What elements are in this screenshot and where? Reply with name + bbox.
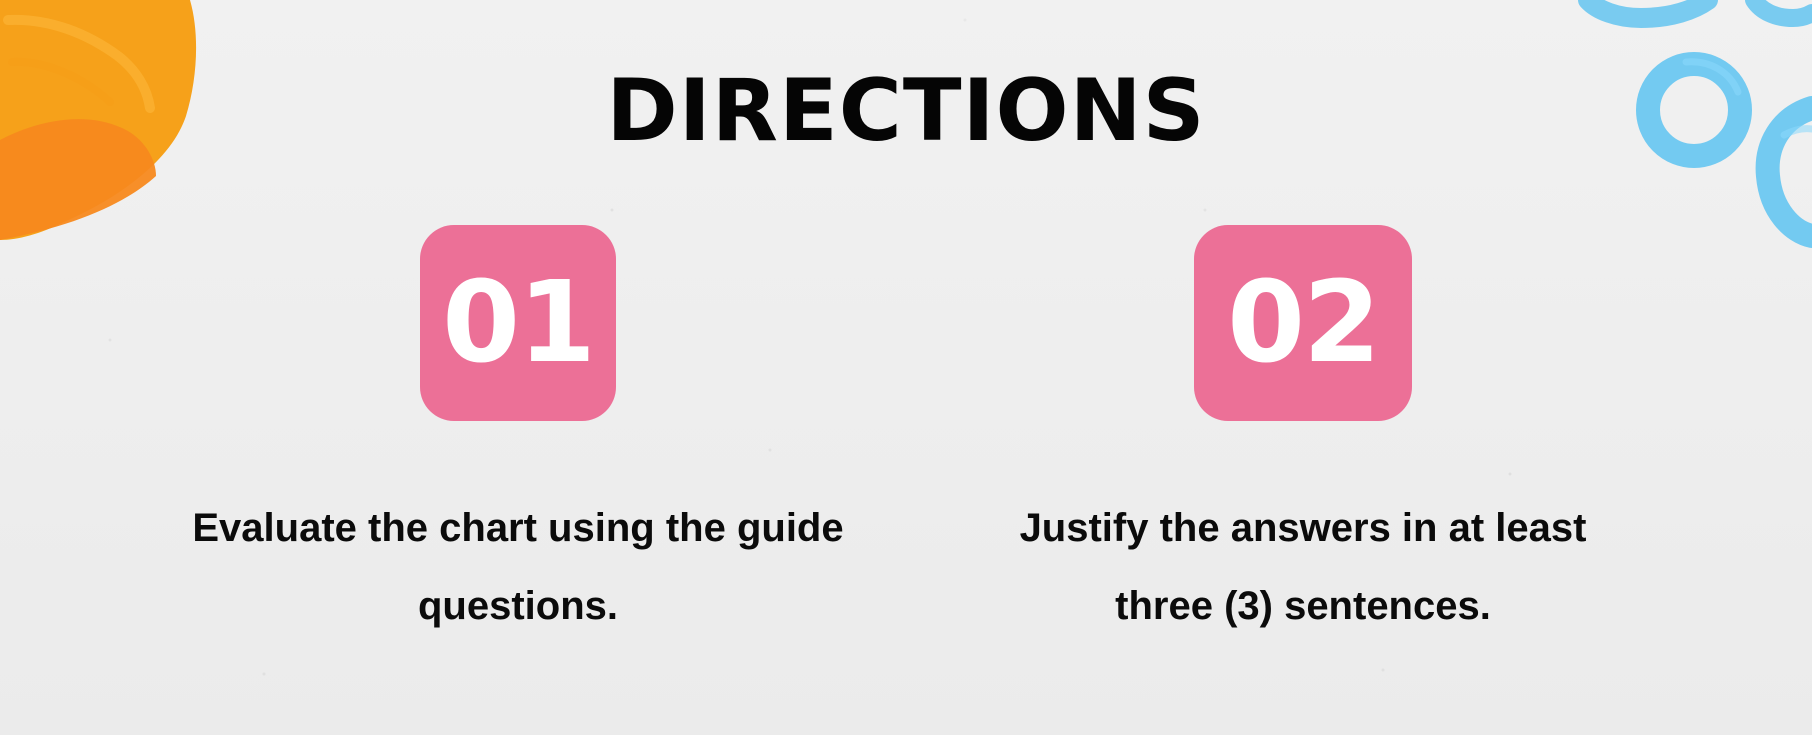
direction-step-1: 01 Evaluate the chart using the guide qu…	[178, 225, 858, 645]
page-title: DIRECTIONS	[606, 61, 1206, 161]
step-2-number-badge: 02	[1194, 225, 1412, 421]
direction-step-2: 02 Justify the answers in at least three…	[973, 225, 1633, 645]
step-1-number-badge: 01	[420, 225, 616, 421]
step-1-text: Evaluate the chart using the guide quest…	[192, 506, 844, 628]
step-2-text: Justify the answers in at least three (3…	[1019, 506, 1587, 628]
